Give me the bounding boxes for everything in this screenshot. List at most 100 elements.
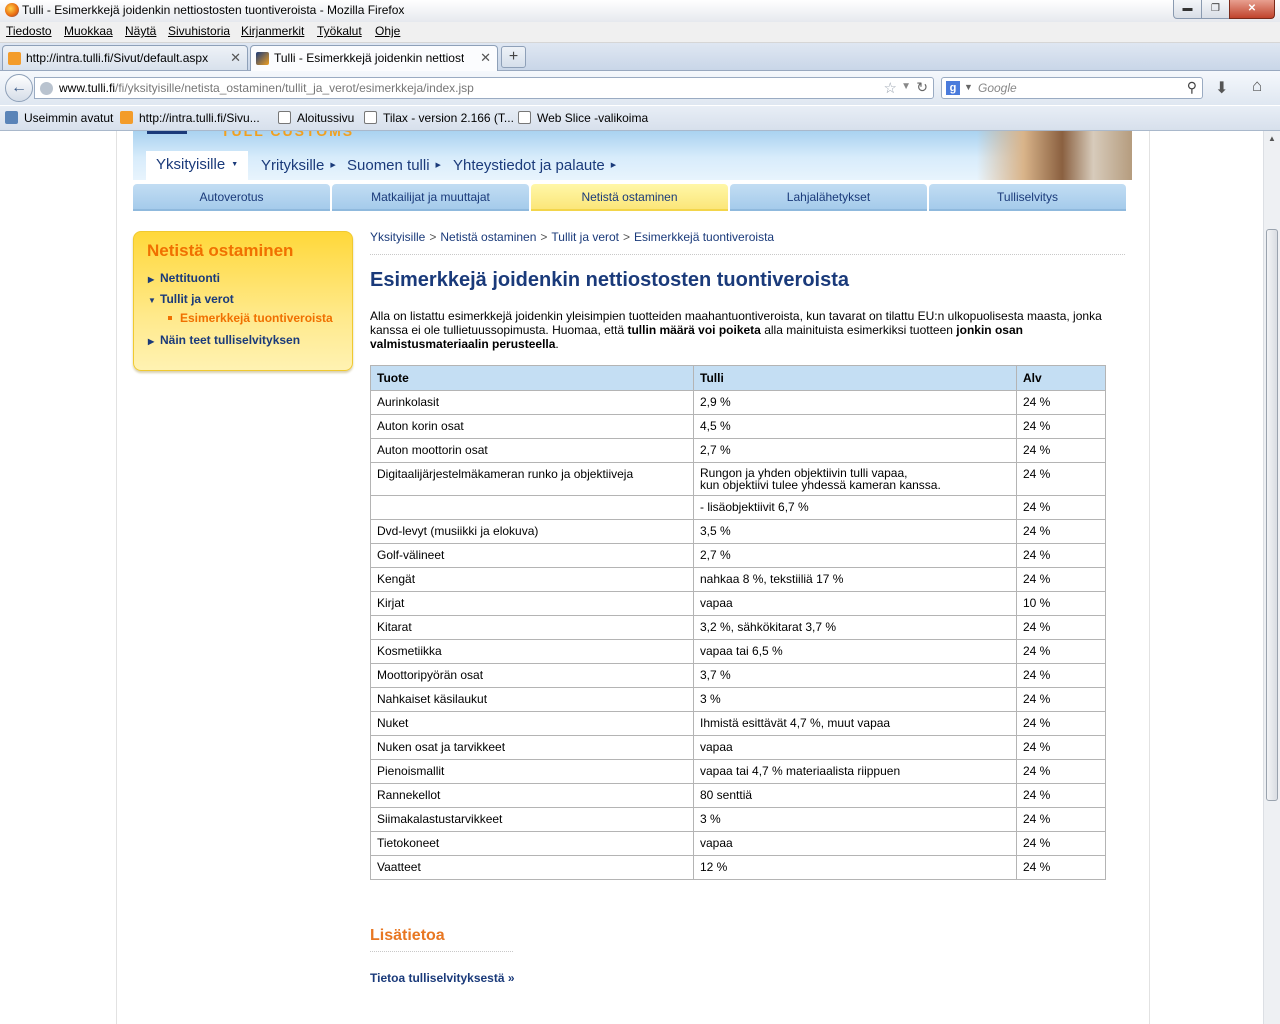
tab-close-icon[interactable]: ✕ [480, 50, 491, 66]
import-tax-table: Tuote Tulli Alv Aurinkolasit 2,9 % 24 % Aut… [370, 365, 1106, 880]
cell-alv: 24 % [1016, 831, 1106, 856]
window-titlebar: Tulli - Esimerkkejä joidenkin nettiostos… [0, 0, 1280, 22]
cell-tuote: Auton korin osat [370, 414, 694, 439]
new-tab-button[interactable]: + [501, 46, 526, 68]
menu-kirjanmerkit[interactable]: Kirjanmerkit [241, 24, 304, 38]
rss-icon [120, 111, 133, 124]
cell-tulli: 3 % [693, 807, 1017, 832]
reload-icon[interactable]: ↻ [916, 79, 928, 96]
bullet-square-icon [168, 316, 172, 320]
intro-text: Alla on listattu esimerkkejä joidenkin y… [370, 309, 1102, 351]
minimize-button[interactable]: ▬ [1173, 0, 1202, 19]
tab-intra[interactable]: http://intra.tulli.fi/Sivut/default.aspx… [2, 45, 248, 70]
cell-tuote: Nahkaiset käsilaukut [370, 687, 694, 712]
tab-bar: http://intra.tulli.fi/Sivut/default.aspx… [0, 43, 1280, 71]
vertical-scrollbar[interactable]: ▲ [1263, 131, 1280, 1024]
home-icon[interactable]: ⌂ [1252, 76, 1262, 96]
navigation-bar: ← www.tulli.fi/fi/yksityisille/netista_o… [0, 71, 1280, 105]
cell-tuote: Aurinkolasit [370, 390, 694, 415]
sidebar-item-nettituonti[interactable]: ▶ Nettituonti [148, 271, 220, 285]
bookmark-intra[interactable]: http://intra.tulli.fi/Sivu... [120, 111, 260, 125]
bookmarks-toolbar: Useimmin avatut http://intra.tulli.fi/Si… [0, 106, 1280, 131]
search-bar[interactable]: g ▼ Google ⚲ [941, 77, 1203, 99]
nav-yrityksille[interactable]: Yrityksille ▶ [261, 157, 336, 174]
google-engine-icon[interactable]: g [946, 81, 960, 95]
cell-tulli: nahkaa 8 %, tekstiiliä 17 % [693, 567, 1017, 592]
tab-label: Tulli - Esimerkkejä joidenkin nettiosto.… [274, 51, 464, 65]
cell-alv: 24 % [1016, 855, 1106, 880]
breadcrumb-current[interactable]: Esimerkkejä tuontiveroista [634, 230, 774, 244]
table-row: Nuket Ihmistä esittävät 4,7 %, muut vapaa… [370, 711, 1106, 736]
menu-sivuhistoria[interactable]: Sivuhistoria [168, 24, 230, 38]
search-input[interactable]: Google [978, 81, 1017, 95]
table-row: Auton korin osat 4,5 % 24 % [370, 414, 1106, 439]
cell-alv: 24 % [1016, 639, 1106, 664]
cell-tuote: Moottoripyörän osat [370, 663, 694, 688]
col-header-alv: Alv [1016, 365, 1106, 391]
breadcrumb-yksityisille[interactable]: Yksityisille [370, 230, 425, 244]
breadcrumb-tullit[interactable]: Tullit ja verot [551, 230, 619, 244]
nav-yhteystiedot[interactable]: Yhteystiedot ja palaute ▶ [453, 157, 616, 174]
subtab-netista-ostaminen[interactable]: Netistä ostaminen [531, 184, 728, 211]
triangle-right-icon: ▶ [148, 275, 155, 284]
tab-tulli[interactable]: Tulli - Esimerkkejä joidenkin nettiosto.… [250, 45, 498, 71]
subtab-autoverotus[interactable]: Autoverotus [133, 184, 330, 211]
table-row: Rannekellot 80 senttiä 24 % [370, 783, 1106, 808]
nav-suomen-tulli[interactable]: Suomen tulli ▶ [347, 157, 441, 174]
menu-ohje[interactable]: Ohje [375, 24, 400, 38]
back-button[interactable]: ← [5, 74, 33, 102]
table-row: Golf-välineet 2,7 % 24 % [370, 543, 1106, 568]
bookmark-most-visited[interactable]: Useimmin avatut [5, 111, 113, 125]
cell-tulli: 2,7 % [693, 438, 1017, 463]
cell-tuote: Kirjat [370, 591, 694, 616]
cell-tulli: vapaa tai 6,5 % [693, 639, 1017, 664]
cell-tuote: Kosmetiikka [370, 639, 694, 664]
sidebar-item-nain-teet[interactable]: ▶ Näin teet tulliselvityksen [148, 333, 300, 347]
subtab-lahjalahetykset[interactable]: Lahjalähetykset [730, 184, 927, 211]
menu-muokkaa[interactable]: Muokkaa [64, 24, 113, 38]
scrollbar-thumb[interactable] [1266, 229, 1278, 801]
bookmark-tilax[interactable]: Tilax - version 2.166 (T... [364, 111, 514, 125]
bookmark-web-slice[interactable]: Web Slice -valikoima [518, 111, 648, 125]
bookmark-aloitussivu[interactable]: Aloitussivu [278, 111, 354, 125]
breadcrumb-netista[interactable]: Netistä ostaminen [440, 230, 536, 244]
menu-tiedosto[interactable]: Tiedosto [6, 24, 52, 38]
scroll-up-icon[interactable]: ▲ [1264, 131, 1280, 147]
table-row: Kitarat 3,2 %, sähkökitarat 3,7 % 24 % [370, 615, 1106, 640]
site-logo[interactable]: TULL CUSTOMS [221, 131, 354, 139]
tab-close-icon[interactable]: ✕ [230, 50, 241, 66]
cell-tulli: Ihmistä esittävät 4,7 %, muut vapaa [693, 711, 1017, 736]
caret-right-icon: ▶ [435, 162, 441, 169]
bookmark-star-icon[interactable]: ☆ [884, 79, 897, 97]
maximize-button[interactable]: ❐ [1201, 0, 1230, 19]
subtab-matkailijat[interactable]: Matkailijat ja muuttajat [332, 184, 529, 211]
search-icon[interactable]: ⚲ [1187, 79, 1197, 96]
cell-tulli: Rungon ja yhden objektiivin tulli vapaa,… [693, 462, 1017, 496]
subtab-tulliselvitys[interactable]: Tulliselvitys [929, 184, 1126, 211]
nav-yksityisille[interactable]: Yksityisille ▼ [146, 151, 249, 180]
rss-icon [8, 52, 21, 65]
cell-tuote: Vaatteet [370, 855, 694, 880]
sidebar-subitem-esimerkkeja[interactable]: Esimerkkejä tuontiveroista [168, 311, 333, 325]
sidebar-title: Netistä ostaminen [147, 241, 294, 260]
table-header-row: Tuote Tulli Alv [370, 365, 1106, 391]
close-button[interactable]: ✕ [1229, 0, 1275, 19]
menu-bar: Tiedosto Muokkaa Näytä Sivuhistoria Kirj… [0, 22, 1280, 43]
site-identity-icon[interactable] [40, 82, 53, 95]
sidebar-item-tullit-ja-verot[interactable]: ▼ Tullit ja verot [148, 292, 234, 306]
engine-dropdown-icon[interactable]: ▼ [964, 82, 973, 92]
table-row: Pienoismallit vapaa tai 4,7 % materiaalis… [370, 759, 1106, 784]
cell-tuote: Rannekellot [370, 783, 694, 808]
menu-nayta[interactable]: Näytä [125, 24, 156, 38]
customs-clearance-link[interactable]: Tietoa tulliselvityksestä » [370, 971, 515, 985]
downloads-icon[interactable]: ⬇ [1215, 78, 1228, 98]
menu-tyokalut[interactable]: Työkalut [317, 24, 362, 38]
cell-tuote: Auton moottorin osat [370, 438, 694, 463]
tulli-favicon-icon [256, 52, 269, 65]
address-bar[interactable]: www.tulli.fi/fi/yksityisille/netista_ost… [34, 77, 934, 99]
history-dropdown-icon[interactable]: ▼ [901, 81, 911, 92]
cell-tulli: 80 senttiä [693, 783, 1017, 808]
header-photo [977, 131, 1132, 180]
page-container: TULL CUSTOMS Yksityisille ▼ Yrityksille ▶ … [116, 131, 1150, 1024]
url-text[interactable]: www.tulli.fi/fi/yksityisille/netista_ost… [59, 81, 474, 95]
